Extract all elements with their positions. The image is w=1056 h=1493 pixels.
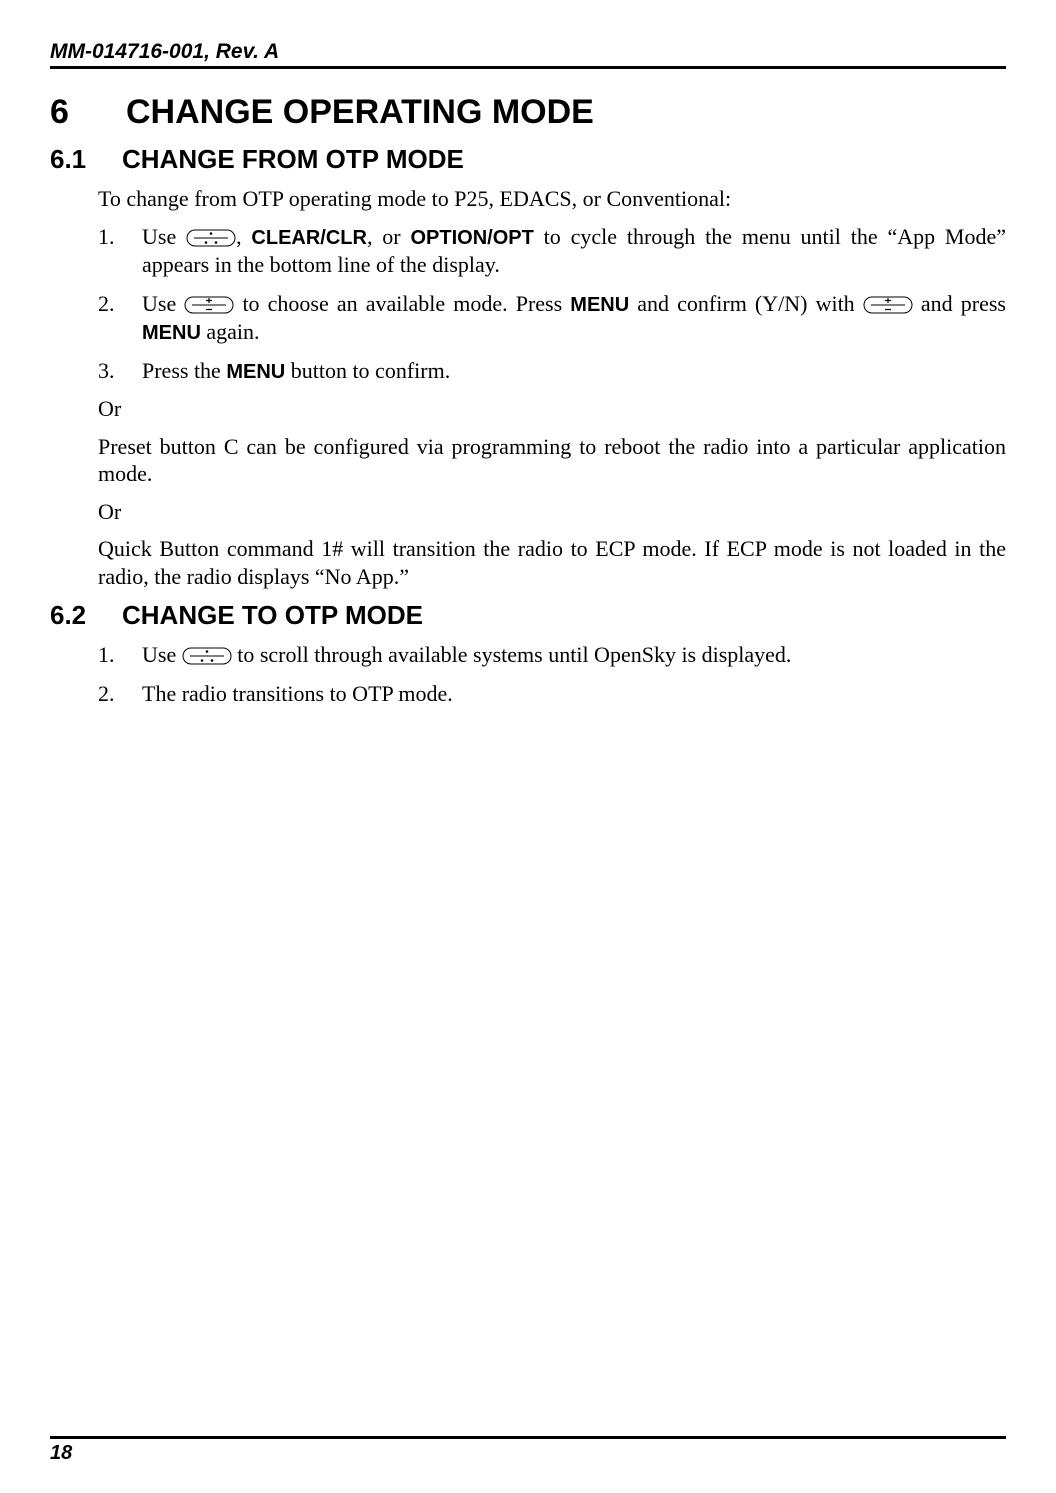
list-number: 2. xyxy=(98,290,115,319)
li1-text-b: to scroll through available systems unti… xyxy=(232,642,792,667)
preset-c-text: Preset button C can be configured via pr… xyxy=(98,433,1006,488)
list-number: 2. xyxy=(98,680,115,709)
li1-text-b: , xyxy=(236,224,251,249)
list-number: 1. xyxy=(98,641,115,670)
li2-text: The radio transitions to OTP mode. xyxy=(142,681,453,706)
or-text: Or xyxy=(98,395,1006,423)
list-item: 2. Use to choose an available mode. Pres… xyxy=(98,290,1006,347)
heading-6-title: CHANGE OPERATING MODE xyxy=(126,93,594,131)
li2-text-c: and confirm (Y/N) with xyxy=(629,291,863,316)
heading-6-1-number: 6.1 xyxy=(50,144,122,175)
triangle-dots-icon xyxy=(186,229,236,247)
menu-label: MENU xyxy=(226,361,285,383)
heading-6-1-title: CHANGE FROM OTP MODE xyxy=(122,144,464,174)
heading-6-2-number: 6.2 xyxy=(50,600,122,631)
clear-clr-label: CLEAR/CLR xyxy=(251,227,367,249)
list-item: 1. Use , CLEAR/CLR, or OPTION/OPT to cyc… xyxy=(98,223,1006,280)
li2-text-a: Use xyxy=(142,291,184,316)
heading-6-number: 6 xyxy=(50,93,126,132)
li1-text-a: Use xyxy=(142,642,182,667)
li1-text-a: Use xyxy=(142,224,186,249)
section-6-1-intro: To change from OTP operating mode to P25… xyxy=(98,185,1006,213)
list-number: 1. xyxy=(98,223,115,252)
heading-6-2: 6.2CHANGE TO OTP MODE xyxy=(50,600,1006,631)
heading-6: 6CHANGE OPERATING MODE xyxy=(50,93,1006,132)
list-item: 2. The radio transitions to OTP mode. xyxy=(98,680,1006,709)
li2-text-e: again. xyxy=(201,319,260,344)
section-6-2-list: 1. Use to scroll through available syste… xyxy=(98,641,1006,708)
li3-text-a: Press the xyxy=(142,358,226,383)
menu-label: MENU xyxy=(142,322,201,344)
li1-text-c: , or xyxy=(367,224,411,249)
document-header: MM-014716-001, Rev. A xyxy=(50,40,1006,69)
option-opt-label: OPTION/OPT xyxy=(410,227,533,249)
list-item: 1. Use to scroll through available syste… xyxy=(98,641,1006,670)
section-6-1-list: 1. Use , CLEAR/CLR, or OPTION/OPT to cyc… xyxy=(98,223,1006,386)
plus-minus-icon xyxy=(184,296,234,314)
heading-6-1: 6.1CHANGE FROM OTP MODE xyxy=(50,144,1006,175)
li3-text-b: button to confirm. xyxy=(285,358,450,383)
li2-text-d: and press xyxy=(913,291,1006,316)
triangle-dots-icon xyxy=(182,647,232,665)
menu-label: MENU xyxy=(570,294,629,316)
list-number: 3. xyxy=(98,357,115,386)
or-text: Or xyxy=(98,498,1006,526)
heading-6-2-title: CHANGE TO OTP MODE xyxy=(122,600,423,630)
page-number: 18 xyxy=(50,1436,1006,1465)
li2-text-b: to choose an available mode. Press xyxy=(234,291,570,316)
plus-minus-icon xyxy=(863,296,913,314)
quick-button-text: Quick Button command 1# will transition … xyxy=(98,535,1006,590)
list-item: 3. Press the MENU button to confirm. xyxy=(98,357,1006,386)
